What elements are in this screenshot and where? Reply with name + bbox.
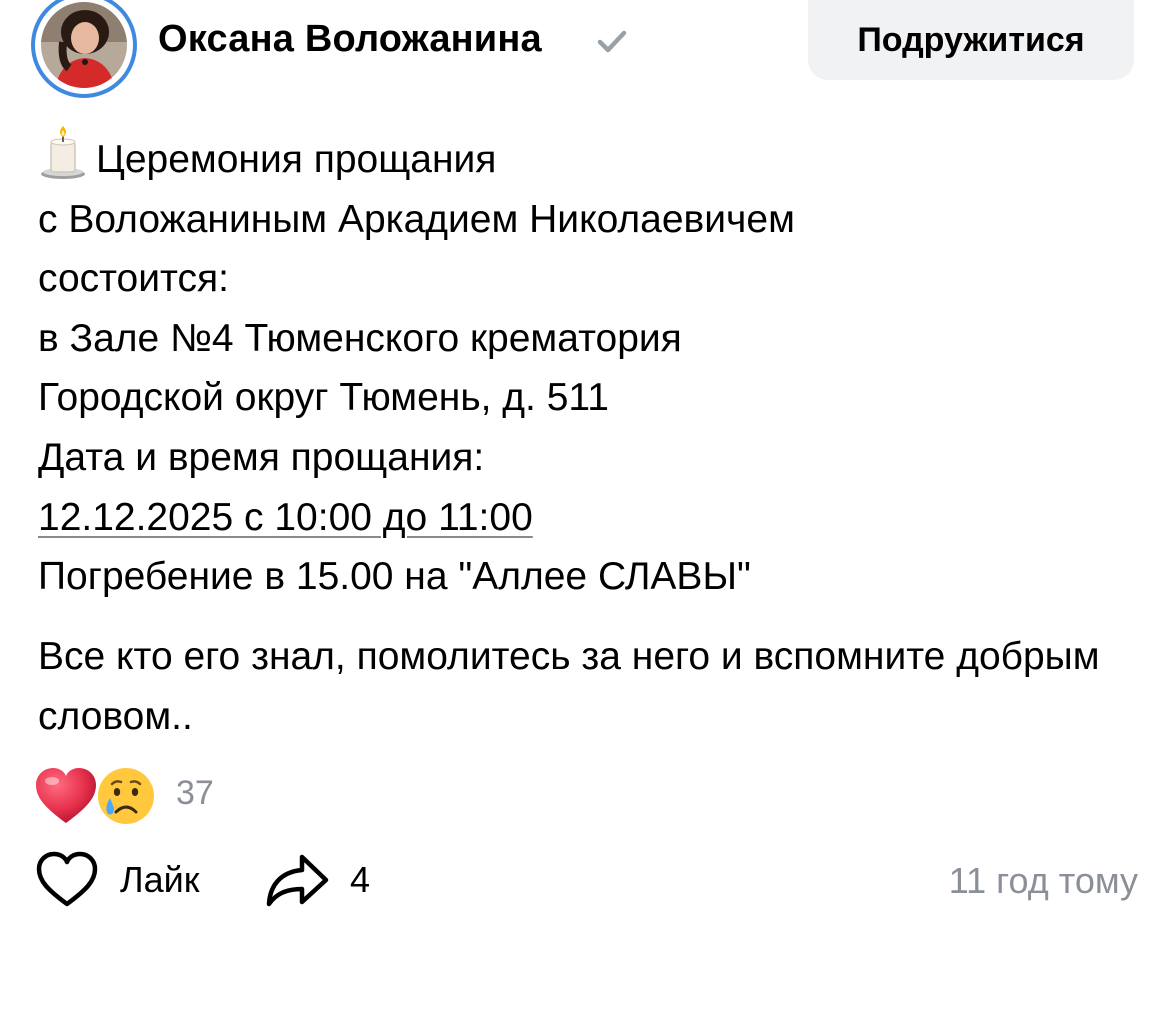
post-timestamp[interactable]: 11 год тому (949, 860, 1138, 902)
avatar-photo (41, 2, 127, 88)
crying-face-reaction-icon (96, 766, 156, 826)
post-header: Оксана Воложанина Подружитися (0, 0, 1170, 100)
post-line-5: Городской округ Тюмень, д. 511 (38, 376, 609, 420)
candle-icon (41, 126, 85, 179)
share-count: 4 (350, 859, 371, 900)
post-line-7: 12.12.2025 с 10:00 до 11:00 (38, 488, 1148, 548)
avatar-ring[interactable] (31, 0, 137, 98)
date-link[interactable]: 12.12.2025 с 10:00 до 11:00 (38, 496, 533, 539)
post-line-2: с Воложаниным Аркадием Николаевичем (38, 197, 795, 241)
add-friend-button[interactable]: Подружитися (808, 0, 1134, 80)
share-button[interactable]: 4 (264, 850, 370, 910)
post-line-4: в Зале №4 Тюменского крематория (38, 316, 682, 360)
reaction-count: 37 (176, 774, 214, 812)
post-paragraph-2: Все кто его знал, помолитесь за него и в… (38, 635, 1100, 738)
checkmark-icon (597, 30, 627, 53)
reactions-summary[interactable]: 37 (34, 764, 254, 828)
post-line-6: Дата и время прощания: (38, 435, 485, 479)
heart-outline-icon (36, 851, 98, 907)
post-actions: Лайк 4 11 год тому (0, 840, 1170, 920)
post-line-1: Церемония прощания (38, 126, 1148, 190)
like-button[interactable]: Лайк (34, 850, 200, 910)
post-line-8: Погребение в 15.00 на "Аллее СЛАВЫ" (38, 555, 751, 599)
heart-reaction-icon (36, 768, 96, 823)
post-line-3: состоится: (38, 257, 229, 301)
post-body: Церемония прощания с Воложаниным Аркадие… (38, 126, 1148, 607)
author-name[interactable]: Оксана Воложанина (158, 18, 542, 61)
post-title-text: Церемония прощания (96, 138, 497, 181)
share-arrow-icon (266, 854, 329, 907)
avatar[interactable] (41, 2, 127, 88)
like-label: Лайк (120, 859, 200, 900)
